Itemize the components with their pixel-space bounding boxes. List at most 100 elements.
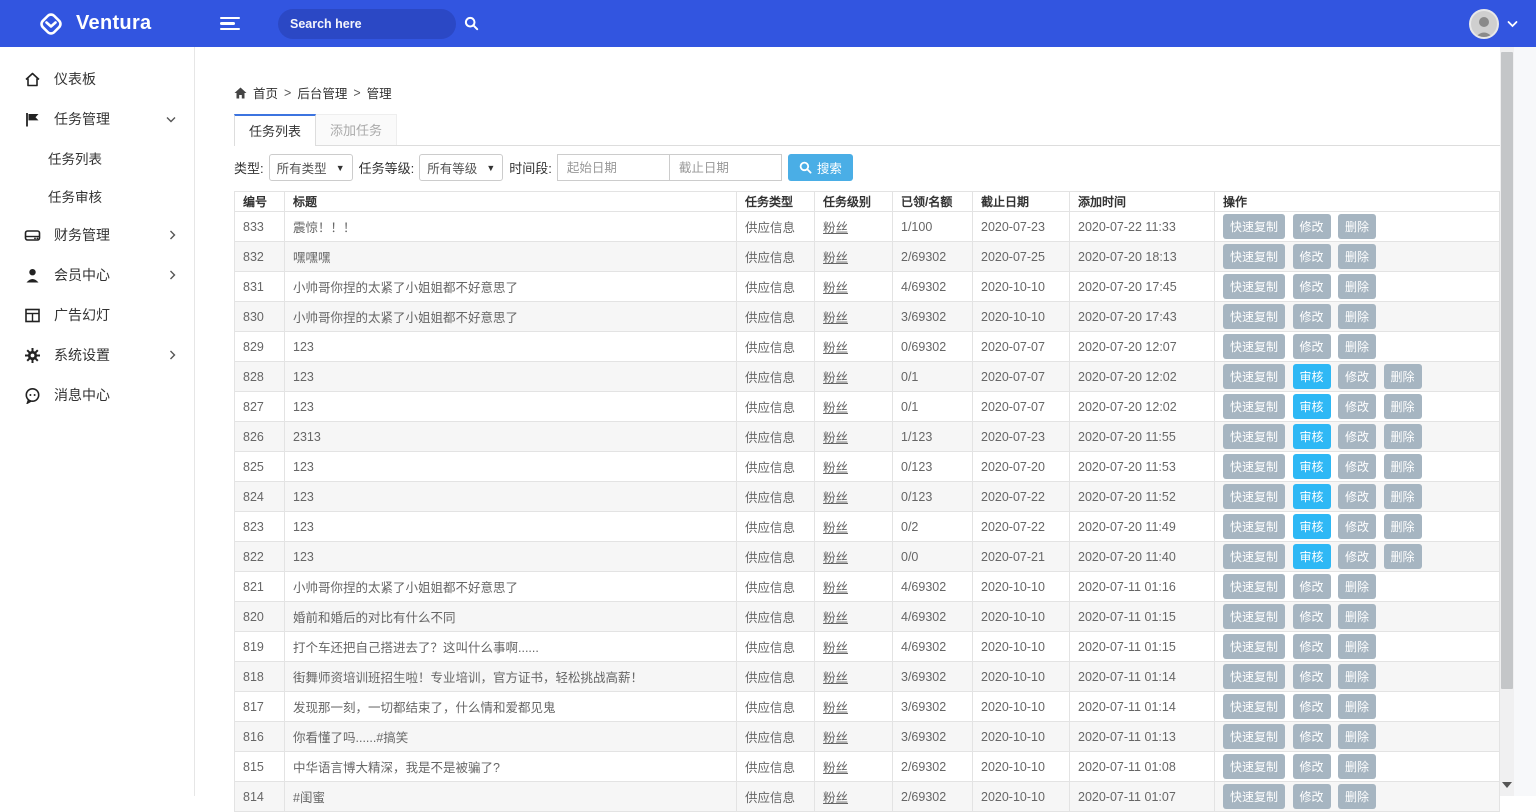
sidebar-item-finance[interactable]: 财务管理 xyxy=(0,215,194,255)
edit-button[interactable]: 修改 xyxy=(1293,694,1331,719)
review-button[interactable]: 审核 xyxy=(1293,484,1331,509)
edit-button[interactable]: 修改 xyxy=(1338,394,1376,419)
delete-button[interactable]: 删除 xyxy=(1338,754,1376,779)
delete-button[interactable]: 删除 xyxy=(1338,274,1376,299)
sidebar-item-message-center[interactable]: 消息中心 xyxy=(0,375,194,415)
edit-button[interactable]: 修改 xyxy=(1293,274,1331,299)
edit-button[interactable]: 修改 xyxy=(1338,544,1376,569)
delete-button[interactable]: 删除 xyxy=(1384,514,1422,539)
quick-copy-button[interactable]: 快速复制 xyxy=(1223,544,1285,569)
task-level-link[interactable]: 粉丝 xyxy=(823,371,848,385)
end-date-input[interactable] xyxy=(669,154,782,181)
delete-button[interactable]: 删除 xyxy=(1338,694,1376,719)
brand[interactable]: Ventura xyxy=(0,9,195,39)
delete-button[interactable]: 删除 xyxy=(1384,454,1422,479)
task-level-link[interactable]: 粉丝 xyxy=(823,341,848,355)
task-level-link[interactable]: 粉丝 xyxy=(823,731,848,745)
task-level-link[interactable]: 粉丝 xyxy=(823,281,848,295)
quick-copy-button[interactable]: 快速复制 xyxy=(1223,334,1285,359)
edit-button[interactable]: 修改 xyxy=(1338,364,1376,389)
review-button[interactable]: 审核 xyxy=(1293,514,1331,539)
task-level-link[interactable]: 粉丝 xyxy=(823,611,848,625)
edit-button[interactable]: 修改 xyxy=(1338,424,1376,449)
quick-copy-button[interactable]: 快速复制 xyxy=(1223,214,1285,239)
review-button[interactable]: 审核 xyxy=(1293,544,1331,569)
delete-button[interactable]: 删除 xyxy=(1338,334,1376,359)
task-level-link[interactable]: 粉丝 xyxy=(823,491,848,505)
task-level-link[interactable]: 粉丝 xyxy=(823,761,848,775)
review-button[interactable]: 审核 xyxy=(1293,424,1331,449)
delete-button[interactable]: 删除 xyxy=(1384,484,1422,509)
quick-copy-button[interactable]: 快速复制 xyxy=(1223,724,1285,749)
edit-button[interactable]: 修改 xyxy=(1338,454,1376,479)
quick-copy-button[interactable]: 快速复制 xyxy=(1223,364,1285,389)
quick-copy-button[interactable]: 快速复制 xyxy=(1223,754,1285,779)
user-menu[interactable] xyxy=(1469,9,1518,39)
edit-button[interactable]: 修改 xyxy=(1293,214,1331,239)
edit-button[interactable]: 修改 xyxy=(1293,634,1331,659)
edit-button[interactable]: 修改 xyxy=(1293,304,1331,329)
task-level-link[interactable]: 粉丝 xyxy=(823,401,848,415)
delete-button[interactable]: 删除 xyxy=(1338,724,1376,749)
quick-copy-button[interactable]: 快速复制 xyxy=(1223,394,1285,419)
delete-button[interactable]: 删除 xyxy=(1384,394,1422,419)
task-level-link[interactable]: 粉丝 xyxy=(823,221,848,235)
task-level-link[interactable]: 粉丝 xyxy=(823,671,848,685)
task-level-link[interactable]: 粉丝 xyxy=(823,701,848,715)
edit-button[interactable]: 修改 xyxy=(1293,574,1331,599)
delete-button[interactable]: 删除 xyxy=(1338,784,1376,809)
sidebar-item-member-center[interactable]: 会员中心 xyxy=(0,255,194,295)
breadcrumb-admin[interactable]: 后台管理 xyxy=(297,83,347,102)
quick-copy-button[interactable]: 快速复制 xyxy=(1223,664,1285,689)
edit-button[interactable]: 修改 xyxy=(1293,754,1331,779)
delete-button[interactable]: 删除 xyxy=(1384,364,1422,389)
edit-button[interactable]: 修改 xyxy=(1293,784,1331,809)
delete-button[interactable]: 删除 xyxy=(1338,604,1376,629)
quick-copy-button[interactable]: 快速复制 xyxy=(1223,454,1285,479)
edit-button[interactable]: 修改 xyxy=(1338,484,1376,509)
task-level-link[interactable]: 粉丝 xyxy=(823,251,848,265)
review-button[interactable]: 审核 xyxy=(1293,454,1331,479)
level-filter-select[interactable]: 所有等级 ▼ xyxy=(419,154,503,181)
type-filter-select[interactable]: 所有类型 ▼ xyxy=(269,154,353,181)
task-level-link[interactable]: 粉丝 xyxy=(823,461,848,475)
scrollbar[interactable] xyxy=(1500,47,1514,796)
task-level-link[interactable]: 粉丝 xyxy=(823,311,848,325)
quick-copy-button[interactable]: 快速复制 xyxy=(1223,484,1285,509)
task-level-link[interactable]: 粉丝 xyxy=(823,791,848,805)
delete-button[interactable]: 删除 xyxy=(1338,304,1376,329)
edit-button[interactable]: 修改 xyxy=(1338,514,1376,539)
quick-copy-button[interactable]: 快速复制 xyxy=(1223,574,1285,599)
quick-copy-button[interactable]: 快速复制 xyxy=(1223,424,1285,449)
sidebar-item-system-settings[interactable]: 系统设置 xyxy=(0,335,194,375)
sidebar-item-ad-slides[interactable]: 广告幻灯 xyxy=(0,295,194,335)
edit-button[interactable]: 修改 xyxy=(1293,664,1331,689)
quick-copy-button[interactable]: 快速复制 xyxy=(1223,244,1285,269)
task-level-link[interactable]: 粉丝 xyxy=(823,431,848,445)
delete-button[interactable]: 删除 xyxy=(1338,244,1376,269)
sidebar-item-task-management[interactable]: 任务管理 xyxy=(0,99,194,139)
sidebar-subitem-task-review[interactable]: 任务审核 xyxy=(0,177,194,215)
edit-button[interactable]: 修改 xyxy=(1293,724,1331,749)
quick-copy-button[interactable]: 快速复制 xyxy=(1223,514,1285,539)
search-icon[interactable] xyxy=(464,16,479,31)
quick-copy-button[interactable]: 快速复制 xyxy=(1223,274,1285,299)
delete-button[interactable]: 删除 xyxy=(1338,574,1376,599)
delete-button[interactable]: 删除 xyxy=(1338,634,1376,659)
review-button[interactable]: 审核 xyxy=(1293,394,1331,419)
quick-copy-button[interactable]: 快速复制 xyxy=(1223,604,1285,629)
edit-button[interactable]: 修改 xyxy=(1293,334,1331,359)
delete-button[interactable]: 删除 xyxy=(1338,664,1376,689)
edit-button[interactable]: 修改 xyxy=(1293,604,1331,629)
delete-button[interactable]: 删除 xyxy=(1384,544,1422,569)
hamburger-menu-icon[interactable] xyxy=(220,14,242,34)
review-button[interactable]: 审核 xyxy=(1293,364,1331,389)
task-level-link[interactable]: 粉丝 xyxy=(823,521,848,535)
delete-button[interactable]: 删除 xyxy=(1384,424,1422,449)
delete-button[interactable]: 删除 xyxy=(1338,214,1376,239)
scrollbar-thumb[interactable] xyxy=(1501,52,1513,689)
breadcrumb-home[interactable]: 首页 xyxy=(253,83,278,102)
scroll-down-arrow-icon[interactable] xyxy=(1502,782,1512,788)
sidebar-item-dashboard[interactable]: 仪表板 xyxy=(0,59,194,99)
quick-copy-button[interactable]: 快速复制 xyxy=(1223,694,1285,719)
